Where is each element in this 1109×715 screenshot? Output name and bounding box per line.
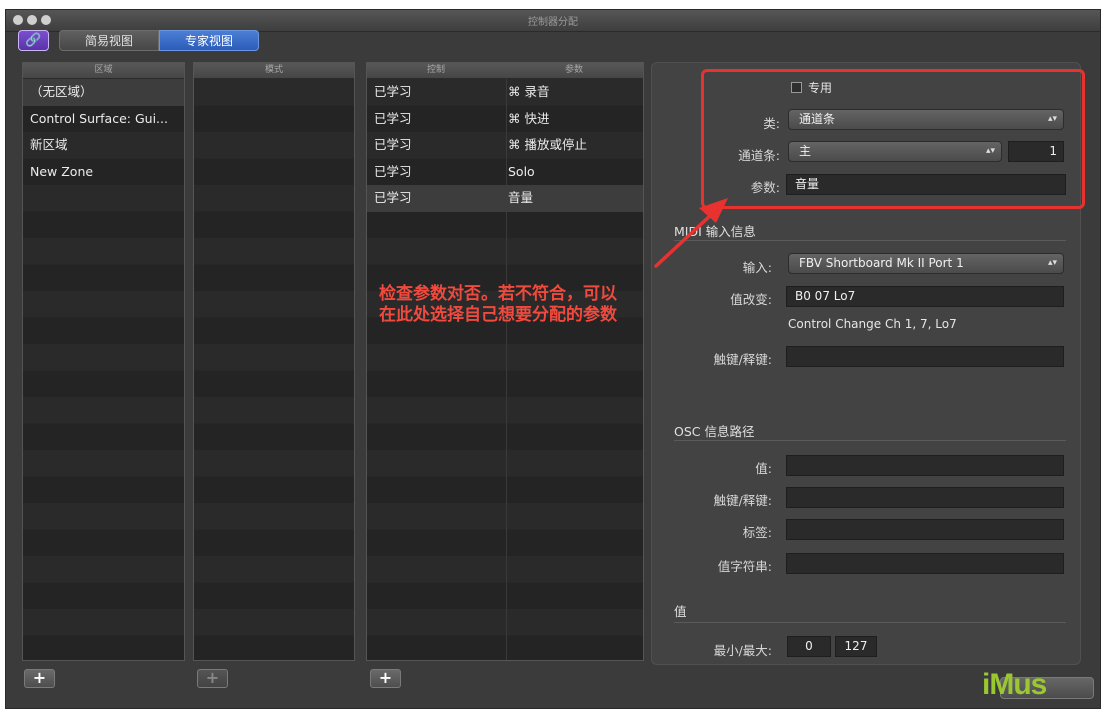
- annotation-arrow: [654, 198, 728, 268]
- annotation-line-1: 检查参数对否。若不符合，可以: [379, 284, 617, 304]
- logo-text: iMus: [982, 668, 1047, 701]
- annotation-line-2: 在此处选择自己想要分配的参数: [379, 305, 617, 325]
- imusic-logo: iMus: [982, 668, 1047, 702]
- annotation-text: 检查参数对否。若不符合，可以 在此处选择自己想要分配的参数: [379, 284, 617, 326]
